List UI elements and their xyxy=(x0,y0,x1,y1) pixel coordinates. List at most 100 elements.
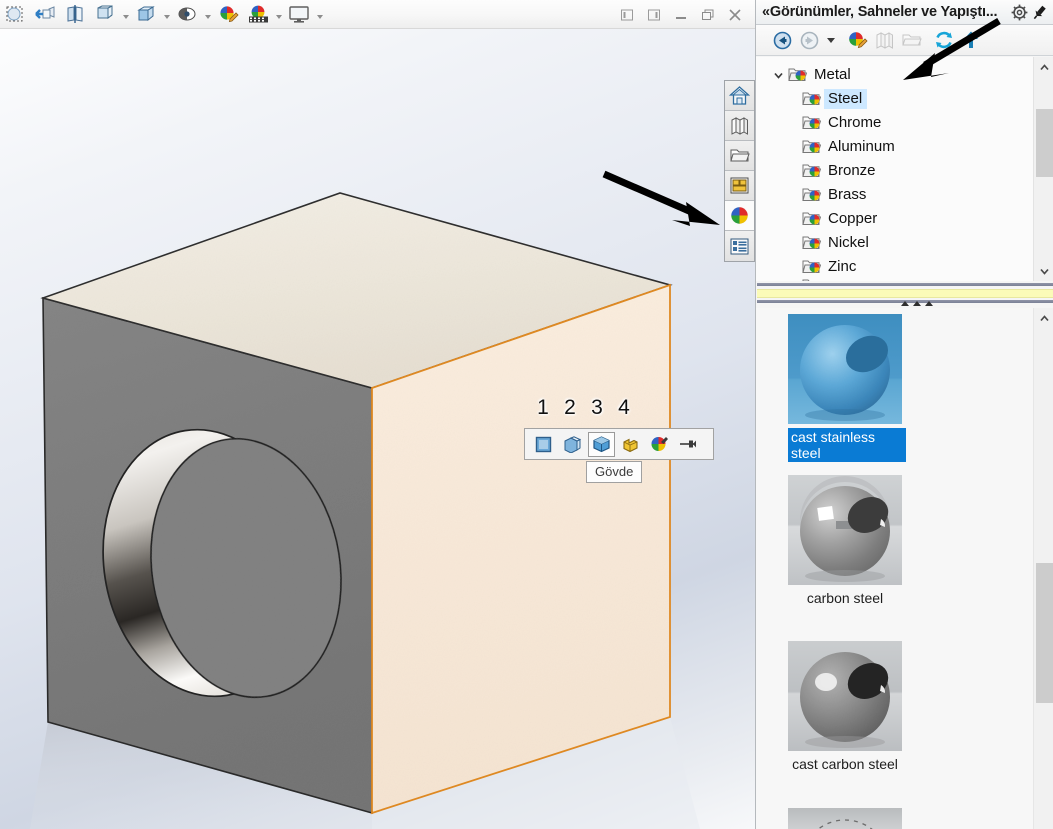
tree-node-label: Aluminum xyxy=(828,138,895,155)
tree-node-nickel[interactable]: Nickel xyxy=(756,231,1026,255)
forward-button[interactable] xyxy=(797,28,821,52)
callout-number-2: 2 xyxy=(564,396,576,419)
minimize-button[interactable] xyxy=(673,7,689,23)
hide-show-tool[interactable] xyxy=(173,2,201,27)
apply-to-body-button[interactable] xyxy=(588,431,615,457)
tree-node-label: Metal xyxy=(814,66,851,83)
gallery-scrollbar-thumb[interactable] xyxy=(1036,563,1053,703)
folder-sphere-icon xyxy=(802,234,822,252)
section-view-tool[interactable] xyxy=(61,2,89,27)
folder-sphere-icon xyxy=(802,258,822,276)
back-button[interactable] xyxy=(770,28,794,52)
task-pane[interactable]: «Görünümler, Sahneler ve Yapıştı... Meta… xyxy=(755,0,1053,829)
appearances-library-button[interactable] xyxy=(725,111,754,141)
folder-sphere-icon xyxy=(788,66,808,84)
callout-number-1: 1 xyxy=(537,396,549,419)
material-swatch-cast-carbon-steel[interactable] xyxy=(788,641,902,751)
select-tool[interactable] xyxy=(1,2,29,27)
tree-node-copper[interactable]: Copper xyxy=(756,207,1026,231)
apply-to-part-button[interactable] xyxy=(617,432,644,457)
gallery-item[interactable] xyxy=(788,808,902,829)
context-toolbar-callout-numbers: 1 2 3 4 xyxy=(536,396,631,420)
tree-node-steel[interactable]: Steel xyxy=(756,87,1026,111)
splitter-highlight-bar xyxy=(757,289,1053,298)
folder-sphere-icon xyxy=(802,186,822,204)
remove-appearance-button[interactable] xyxy=(646,432,673,457)
custom-folder-button[interactable] xyxy=(725,141,754,171)
settings-gear-icon[interactable] xyxy=(1009,2,1029,22)
edit-appearance-tool[interactable] xyxy=(214,2,242,27)
tree-scrollbar[interactable] xyxy=(1033,57,1053,281)
apply-to-face-button[interactable] xyxy=(530,432,557,457)
folder-sphere-icon xyxy=(802,114,822,132)
tree-node-bronze[interactable]: Bronze xyxy=(756,159,1026,183)
task-list-button[interactable] xyxy=(725,231,754,261)
window-controls[interactable] xyxy=(619,0,743,29)
tree-node-aluminum[interactable]: Aluminum xyxy=(756,135,1026,159)
history-dropdown-button[interactable] xyxy=(824,28,838,52)
zoom-to-area-tool[interactable] xyxy=(31,2,59,27)
pin-icon[interactable] xyxy=(1029,2,1049,22)
apply-to-feature-button[interactable] xyxy=(559,432,586,457)
arrow-to-appearances-button xyxy=(602,170,720,226)
view-orientation-tool[interactable] xyxy=(91,2,119,27)
folder-sphere-icon xyxy=(802,210,822,228)
graphics-viewport[interactable]: 1 2 3 4 Gövde xyxy=(0,0,755,829)
arrow-to-selected-material xyxy=(903,17,1001,80)
tree-node-label: Copper xyxy=(828,210,878,227)
display-style-caret[interactable] xyxy=(161,2,172,27)
view-orientation-caret[interactable] xyxy=(120,2,131,27)
appearance-gallery[interactable]: cast stainless steel carbon steel cast c… xyxy=(756,308,1034,829)
close-button[interactable] xyxy=(727,7,743,23)
view-settings-tool[interactable] xyxy=(285,2,313,27)
folder-sphere-icon xyxy=(802,162,822,180)
display-manager-button[interactable] xyxy=(725,171,754,201)
library-button[interactable] xyxy=(872,28,896,52)
gallery-item[interactable]: cast carbon steel xyxy=(788,641,902,773)
material-label: cast stainless steel xyxy=(788,428,906,462)
view-mode-toolbar[interactable] xyxy=(724,80,755,262)
tree-node-label: Nickel xyxy=(828,234,869,251)
apply-scene-caret[interactable] xyxy=(273,2,284,27)
tree-node-label: Bronze xyxy=(828,162,876,179)
restore-button[interactable] xyxy=(700,7,716,23)
hide-show-caret[interactable] xyxy=(202,2,213,27)
tree-node-label: Zinc xyxy=(828,258,857,275)
scroll-up-icon[interactable] xyxy=(1034,308,1053,328)
chevron-down-icon[interactable] xyxy=(768,65,788,85)
panel-splitter[interactable] xyxy=(756,281,1053,308)
home-button[interactable] xyxy=(725,81,754,111)
display-style-tool[interactable] xyxy=(132,2,160,27)
apply-scene-tool[interactable] xyxy=(244,2,272,27)
tree-node-chrome[interactable]: Chrome xyxy=(756,111,1026,135)
gallery-item[interactable]: cast stainless steel xyxy=(788,314,906,462)
callout-number-4: 4 xyxy=(618,396,630,419)
appearances-button[interactable] xyxy=(725,201,754,231)
scroll-up-icon[interactable] xyxy=(1034,57,1053,77)
tree-scrollbar-thumb[interactable] xyxy=(1036,109,1053,177)
pin-button[interactable] xyxy=(675,432,702,457)
material-swatch-sketch[interactable] xyxy=(788,808,902,829)
material-swatch-carbon-steel[interactable] xyxy=(788,475,902,585)
material-label: cast carbon steel xyxy=(792,756,898,772)
tree-node-zinc[interactable]: Zinc xyxy=(756,255,1026,279)
folder-sphere-icon xyxy=(802,90,822,108)
scroll-down-icon[interactable] xyxy=(1034,261,1053,281)
tree-node-label: Steel xyxy=(824,89,868,109)
tree-node-label: Brass xyxy=(828,186,867,203)
next-pane-button[interactable] xyxy=(646,7,662,23)
view-settings-caret[interactable] xyxy=(314,2,325,27)
part-model-3d[interactable] xyxy=(0,0,755,829)
tree-node-label: Chrome xyxy=(828,114,882,131)
appearances-tab-button[interactable] xyxy=(845,28,869,52)
callout-number-3: 3 xyxy=(591,396,603,419)
appearance-category-tree[interactable]: Metal Steel Chrome Aluminum Bronze Brass… xyxy=(756,57,1053,281)
gallery-item[interactable]: carbon steel xyxy=(788,475,902,607)
prev-pane-button[interactable] xyxy=(619,7,635,23)
splitter-grip-icon[interactable] xyxy=(901,301,933,306)
material-swatch-cast-stainless-steel[interactable] xyxy=(788,314,902,424)
tree-node-brass[interactable]: Brass xyxy=(756,183,1026,207)
appearance-target-context-toolbar[interactable] xyxy=(524,428,714,460)
context-tooltip: Gövde xyxy=(586,461,643,483)
gallery-scrollbar[interactable] xyxy=(1033,308,1053,829)
